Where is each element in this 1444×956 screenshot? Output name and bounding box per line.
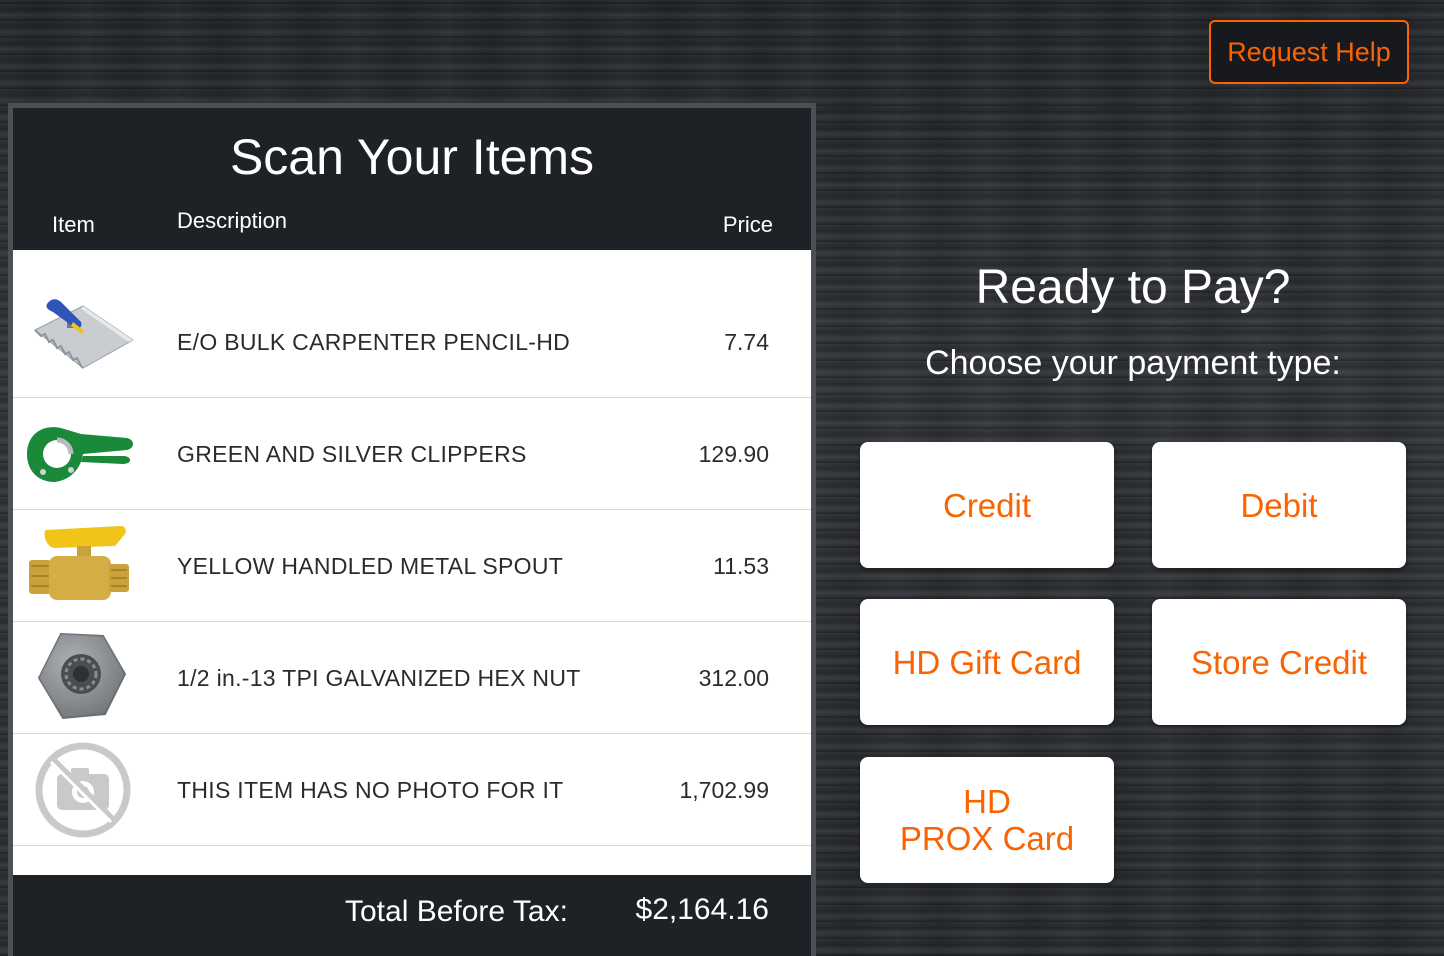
column-header-item: Item bbox=[52, 212, 95, 237]
trowel-icon bbox=[21, 292, 137, 392]
item-description: E/O BULK CARPENTER PENCIL-HD bbox=[177, 328, 571, 355]
scan-panel: Scan Your Items Item Description Price E… bbox=[8, 103, 816, 956]
list-item[interactable]: THIS ITEM HAS NO PHOTO FOR IT 1,702.99 bbox=[13, 734, 811, 846]
debit-button[interactable]: Debit bbox=[1152, 442, 1406, 568]
credit-button[interactable]: Credit bbox=[860, 442, 1114, 568]
item-price: 7.74 bbox=[724, 328, 769, 355]
payment-title: Ready to Pay? bbox=[975, 261, 1291, 314]
item-description: 1/2 in.-13 TPI GALVANIZED HEX NUT bbox=[177, 664, 581, 691]
total-label: Total Before Tax: bbox=[345, 895, 568, 928]
item-description: GREEN AND SILVER CLIPPERS bbox=[177, 440, 527, 467]
store-credit-button[interactable]: Store Credit bbox=[1152, 599, 1406, 725]
request-help-button[interactable]: Request Help bbox=[1209, 20, 1409, 84]
no-photo-icon bbox=[21, 740, 137, 840]
scan-title: Scan Your Items bbox=[229, 129, 595, 185]
total-value: $2,164.16 bbox=[635, 893, 769, 926]
item-list[interactable]: E/O BULK CARPENTER PENCIL-HD 7.74 GREEN … bbox=[13, 250, 811, 875]
hex-nut-icon bbox=[21, 628, 137, 728]
item-price: 11.53 bbox=[713, 552, 769, 579]
item-price: 312.00 bbox=[698, 664, 769, 691]
list-item[interactable]: YELLOW HANDLED METAL SPOUT 11.53 bbox=[13, 510, 811, 622]
prox-label-line1: HD bbox=[963, 783, 1011, 820]
total-bar: Total Before Tax: $2,164.16 bbox=[13, 875, 811, 956]
item-price: 1,702.99 bbox=[679, 776, 769, 803]
payment-subtitle: Choose your payment type: bbox=[925, 344, 1341, 382]
list-item[interactable]: 1/2 in.-13 TPI GALVANIZED HEX NUT 312.00 bbox=[13, 622, 811, 734]
item-description: THIS ITEM HAS NO PHOTO FOR IT bbox=[177, 776, 564, 803]
item-description: YELLOW HANDLED METAL SPOUT bbox=[177, 552, 564, 579]
hd-gift-card-button[interactable]: HD Gift Card bbox=[860, 599, 1114, 725]
column-header-description: Description bbox=[177, 208, 288, 233]
item-price: 129.90 bbox=[698, 440, 769, 467]
spout-icon bbox=[21, 516, 137, 616]
list-item[interactable]: GREEN AND SILVER CLIPPERS 129.90 bbox=[13, 398, 811, 510]
prox-label-line2: PROX Card bbox=[899, 820, 1075, 857]
clippers-icon bbox=[21, 404, 137, 504]
list-item[interactable]: E/O BULK CARPENTER PENCIL-HD 7.74 bbox=[13, 286, 811, 398]
column-header-price: Price bbox=[722, 212, 773, 237]
hd-prox-card-button[interactable]: HD PROX Card bbox=[860, 757, 1114, 883]
